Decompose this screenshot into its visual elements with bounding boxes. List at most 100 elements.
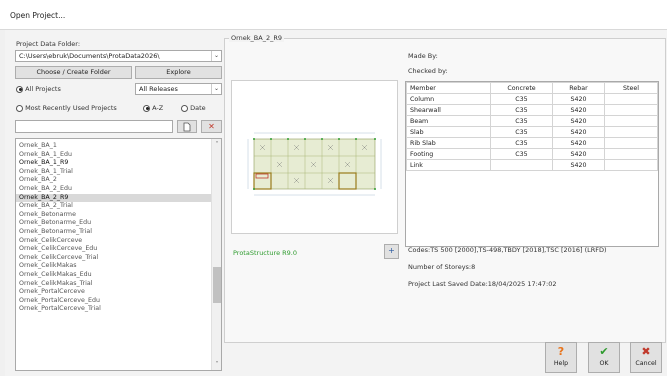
project-list-item[interactable]: Ornek_BA_1_Edu bbox=[16, 151, 221, 160]
codes-info: Codes:TS 500 [2000],TS-498,TBDY [2018],T… bbox=[408, 246, 607, 254]
chevron-down-icon[interactable]: ⌄ bbox=[211, 51, 221, 61]
zoom-plus-icon: + bbox=[388, 246, 395, 255]
empty-table-row bbox=[407, 215, 658, 226]
table-cell: S420 bbox=[552, 115, 605, 127]
folder-path-value: C:\Users\ebruk\Documents\ProtaData2026\ bbox=[19, 52, 160, 60]
project-list-item[interactable]: Ornek_BA_1 bbox=[16, 142, 221, 151]
filter-input[interactable] bbox=[15, 120, 173, 133]
project-list-item[interactable]: Ornek_Betonarme_Trial bbox=[16, 228, 221, 237]
scroll-thumb[interactable] bbox=[213, 267, 221, 303]
help-button[interactable]: ? Help bbox=[545, 342, 577, 373]
materials-table-box: Member Concrete Rebar Steel Column C35 S42… bbox=[405, 81, 659, 247]
project-list-item[interactable]: Ornek_BA_1_Trial bbox=[16, 168, 221, 177]
radio-icon bbox=[181, 104, 188, 112]
project-list-item[interactable]: Ornek_CelikMakas_Trial bbox=[16, 280, 221, 289]
project-list-scrollbar[interactable]: ˄ ˅ bbox=[211, 139, 221, 370]
empty-table-row bbox=[407, 171, 658, 182]
project-list-item[interactable]: Ornek_CelikCerceve_Trial bbox=[16, 254, 221, 263]
ok-button[interactable]: ✔ OK bbox=[588, 342, 620, 373]
table-cell bbox=[604, 126, 658, 138]
table-row[interactable]: Column C35 S420 bbox=[406, 93, 658, 105]
storeys-info: Number of Storeys:8 bbox=[408, 263, 476, 271]
all-projects-radio[interactable]: All Projects bbox=[16, 85, 61, 93]
empty-cell bbox=[605, 182, 658, 193]
explore-button[interactable]: Explore bbox=[135, 66, 222, 79]
table-cell bbox=[604, 104, 658, 116]
project-list-item[interactable]: Ornek_CelikMakas_Edu bbox=[16, 271, 221, 280]
project-list-item[interactable]: Ornek_PortalCerceve bbox=[16, 288, 221, 297]
empty-cell bbox=[407, 182, 491, 193]
blank-page-button[interactable] bbox=[177, 120, 197, 133]
folder-path-combo[interactable]: C:\Users\ebruk\Documents\ProtaData2026\ … bbox=[15, 50, 222, 62]
project-list-item[interactable]: Ornek_CelikCerceve_Edu bbox=[16, 245, 221, 254]
sort-az-radio[interactable]: A-Z bbox=[143, 104, 163, 112]
column-header: Steel bbox=[604, 82, 658, 94]
project-list-item[interactable]: Ornek_PortalCerceve_Trial bbox=[16, 305, 221, 314]
project-items: Ornek_BA_1 Ornek_BA_1_Edu Ornek_BA_1_R9 Orn… bbox=[16, 139, 221, 314]
floor-plan-preview bbox=[247, 132, 382, 196]
project-list-item[interactable]: Ornek_BA_2 bbox=[16, 176, 221, 185]
project-list-item[interactable]: Ornek_CelikMakas bbox=[16, 262, 221, 271]
cancel-button[interactable]: ✖ Cancel bbox=[630, 342, 662, 373]
table-cell: S420 bbox=[552, 93, 605, 105]
empty-cell bbox=[553, 215, 605, 226]
cancel-label: Cancel bbox=[635, 360, 657, 367]
empty-cell bbox=[553, 171, 605, 182]
empty-cell bbox=[605, 226, 658, 237]
project-preview bbox=[231, 80, 398, 234]
project-details-title: Ornek_BA_2_R9 bbox=[229, 34, 285, 42]
table-cell bbox=[604, 137, 658, 149]
project-list-item[interactable]: Ornek_PortalCerceve_Edu bbox=[16, 297, 221, 306]
table-row[interactable]: Link S420 bbox=[406, 159, 658, 171]
project-list-item[interactable]: Ornek_Betonarme bbox=[16, 211, 221, 220]
table-cell: S420 bbox=[552, 137, 605, 149]
table-cell: Rib Slab bbox=[406, 137, 491, 149]
recent-projects-label: Most Recently Used Projects bbox=[25, 104, 117, 112]
empty-cell bbox=[553, 182, 605, 193]
chevron-down-icon[interactable]: ˅ bbox=[212, 361, 221, 368]
table-cell bbox=[604, 115, 658, 127]
table-cell: Footing bbox=[406, 148, 491, 160]
project-list-item[interactable]: Ornek_BA_2_R9 bbox=[16, 193, 221, 203]
table-row[interactable]: Beam C35 S420 bbox=[406, 115, 658, 127]
table-row[interactable]: Footing C35 S420 bbox=[406, 148, 658, 160]
sort-date-radio[interactable]: Date bbox=[181, 104, 206, 112]
clear-filter-button[interactable]: ✕ bbox=[201, 120, 222, 133]
empty-cell bbox=[491, 193, 553, 204]
empty-cell bbox=[605, 193, 658, 204]
chevron-up-icon[interactable]: ˄ bbox=[212, 141, 221, 148]
table-row[interactable]: Slab C35 S420 bbox=[406, 126, 658, 138]
project-list[interactable]: Ornek_BA_1 Ornek_BA_1_Edu Ornek_BA_1_R9 Orn… bbox=[15, 138, 222, 371]
release-filter-value: All Releases bbox=[139, 85, 178, 93]
column-header: Rebar bbox=[552, 82, 605, 94]
table-cell: S420 bbox=[552, 104, 605, 116]
empty-cell bbox=[407, 193, 491, 204]
empty-cell bbox=[553, 226, 605, 237]
project-list-item[interactable]: Ornek_BA_2_Trial bbox=[16, 202, 221, 211]
zoom-preview-button[interactable]: + bbox=[384, 244, 399, 259]
empty-cell bbox=[491, 171, 553, 182]
choose-create-folder-button[interactable]: Choose / Create Folder bbox=[15, 66, 132, 79]
recent-projects-radio[interactable]: Most Recently Used Projects bbox=[16, 104, 117, 112]
table-row[interactable]: Shearwall C35 S420 bbox=[406, 104, 658, 116]
window-title: Open Project... bbox=[10, 11, 66, 20]
project-list-item[interactable]: Ornek_BA_1_R9 bbox=[16, 159, 221, 168]
help-icon: ? bbox=[557, 345, 565, 358]
release-filter-select[interactable]: All Releases ⌄ bbox=[135, 83, 222, 95]
project-list-item[interactable]: Ornek_BA_2_Edu bbox=[16, 185, 221, 194]
table-cell: Beam bbox=[406, 115, 491, 127]
table-cell: S420 bbox=[552, 126, 605, 138]
project-list-item[interactable]: Ornek_CelikCerceve bbox=[16, 237, 221, 246]
empty-cell bbox=[407, 204, 491, 215]
project-list-item[interactable]: Ornek_Betonarme_Edu bbox=[16, 219, 221, 228]
empty-cell bbox=[491, 182, 553, 193]
sort-az-label: A-Z bbox=[152, 104, 164, 112]
table-cell: Link bbox=[406, 159, 491, 171]
table-cell: C35 bbox=[490, 115, 553, 127]
chevron-down-icon[interactable]: ⌄ bbox=[211, 84, 221, 94]
empty-table-row bbox=[407, 193, 658, 204]
table-cell bbox=[604, 93, 658, 105]
empty-cell bbox=[491, 215, 553, 226]
table-cell: Column bbox=[406, 93, 491, 105]
table-row[interactable]: Rib Slab C35 S420 bbox=[406, 137, 658, 149]
